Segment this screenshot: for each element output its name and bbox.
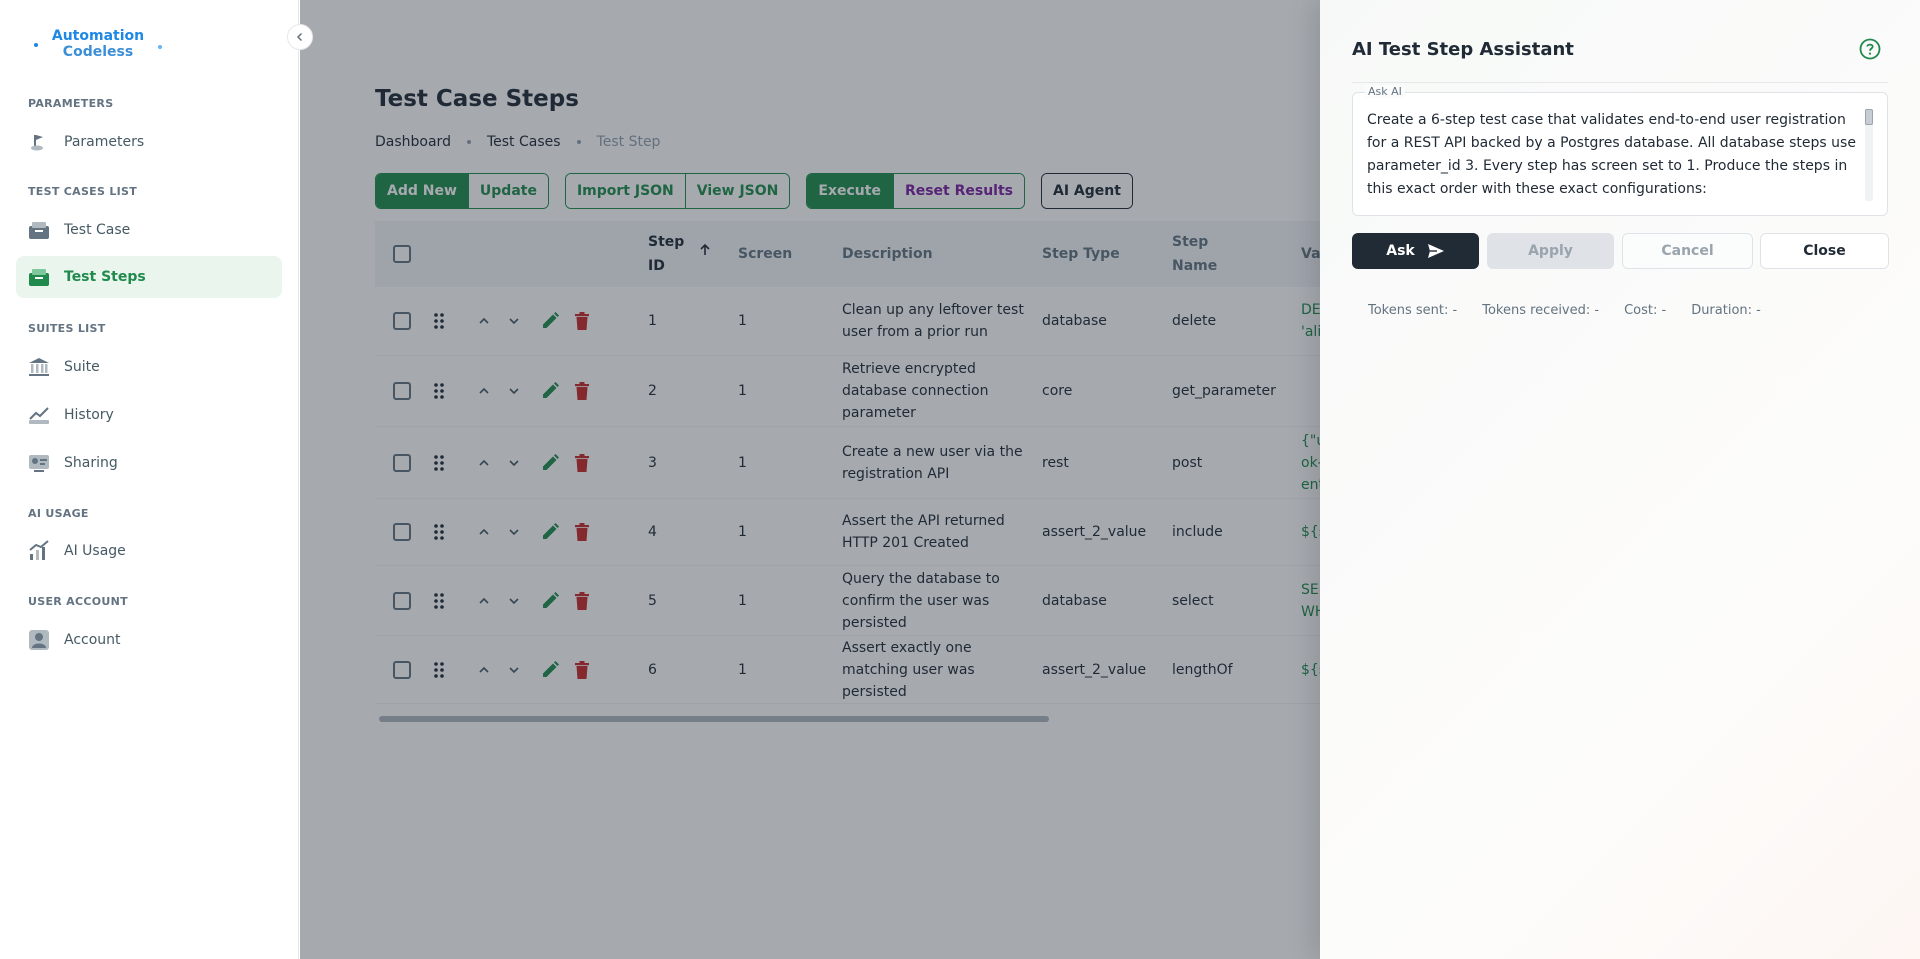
sidebar-item-test-steps[interactable]: Test Steps — [16, 256, 282, 298]
sidebar-item-account[interactable]: Account — [16, 619, 282, 661]
ai-usage-icon — [28, 540, 50, 562]
ask-ai-text-line: parameter_id 3. Every step has screen se… — [1367, 158, 1848, 174]
nav-section-user-account: USER ACCOUNT — [28, 595, 128, 608]
sidebar-item-ai-usage[interactable]: AI Usage — [16, 530, 282, 572]
ask-ai-text-line: for a REST API backed by a Postgres data… — [1367, 135, 1856, 151]
ask-button[interactable]: Ask — [1352, 233, 1479, 269]
textarea-scroll-thumb[interactable] — [1865, 109, 1873, 125]
sidebar-item-label: History — [64, 407, 114, 423]
send-icon — [1427, 243, 1445, 259]
sidebar: Automation Codeless PARAMETERS Parameter… — [0, 0, 299, 959]
drawer-title: AI Test Step Assistant — [1352, 39, 1574, 60]
logo-line1: Automation — [51, 28, 145, 44]
sidebar-item-history[interactable]: History — [16, 394, 282, 436]
ai-assistant-drawer: AI Test Step Assistant Ask AI Create a 6… — [1320, 0, 1920, 959]
logo-line2: Codeless — [62, 44, 134, 60]
sharing-icon — [28, 452, 50, 474]
nav-section-parameters: PARAMETERS — [28, 97, 114, 110]
ask-ai-text-line: Create a 6-step test case that validates… — [1367, 112, 1846, 128]
logo-dot-left — [34, 43, 38, 47]
sidebar-item-sharing[interactable]: Sharing — [16, 442, 282, 484]
ask-ai-label: Ask AI — [1365, 85, 1405, 98]
chevron-left-icon — [296, 32, 303, 42]
history-icon — [28, 404, 50, 426]
sidebar-item-suite[interactable]: Suite — [16, 346, 282, 388]
cancel-button[interactable]: Cancel — [1622, 233, 1753, 269]
sidebar-item-label: AI Usage — [64, 543, 126, 559]
sidebar-item-label: Account — [64, 632, 121, 648]
ask-ai-textarea[interactable]: Ask AI Create a 6-step test case that va… — [1352, 85, 1888, 216]
suite-icon — [28, 356, 50, 378]
drawer-divider — [1352, 82, 1888, 83]
close-button[interactable]: Close — [1760, 233, 1889, 269]
sidebar-item-test-case[interactable]: Test Case — [16, 209, 282, 251]
ask-ai-text[interactable]: Create a 6-step test case that validates… — [1367, 109, 1857, 201]
apply-button[interactable]: Apply — [1487, 233, 1614, 269]
logo-text: Automation Codeless — [52, 28, 144, 60]
nav-section-ai-usage: AI USAGE — [28, 507, 89, 520]
nav-section-suites: SUITES LIST — [28, 322, 106, 335]
sidebar-item-label: Sharing — [64, 455, 118, 471]
sidebar-item-label: Suite — [64, 359, 100, 375]
help-icon[interactable] — [1859, 38, 1881, 60]
sidebar-item-parameters[interactable]: Parameters — [16, 121, 282, 163]
duration: Duration: - — [1691, 303, 1761, 318]
ask-ai-text-line: this exact order with these exact config… — [1367, 181, 1707, 197]
usage-stats: Tokens sent: - Tokens received: - Cost: … — [1368, 303, 1786, 318]
account-icon — [28, 629, 50, 651]
logo-dot-right — [158, 45, 162, 49]
sidebar-item-label: Parameters — [64, 134, 145, 150]
ask-button-label: Ask — [1386, 243, 1415, 259]
cost: Cost: - — [1624, 303, 1667, 318]
tokens-sent: Tokens sent: - — [1368, 303, 1458, 318]
sidebar-item-label: Test Case — [64, 222, 131, 238]
test-steps-icon — [28, 266, 50, 288]
tokens-received: Tokens received: - — [1482, 303, 1600, 318]
parameters-icon — [28, 131, 50, 153]
test-case-icon — [28, 219, 50, 241]
collapse-sidebar-button[interactable] — [287, 24, 313, 50]
sidebar-item-label: Test Steps — [64, 269, 146, 285]
nav-section-test-cases: TEST CASES LIST — [28, 185, 138, 198]
app-logo[interactable]: Automation Codeless — [28, 26, 168, 62]
